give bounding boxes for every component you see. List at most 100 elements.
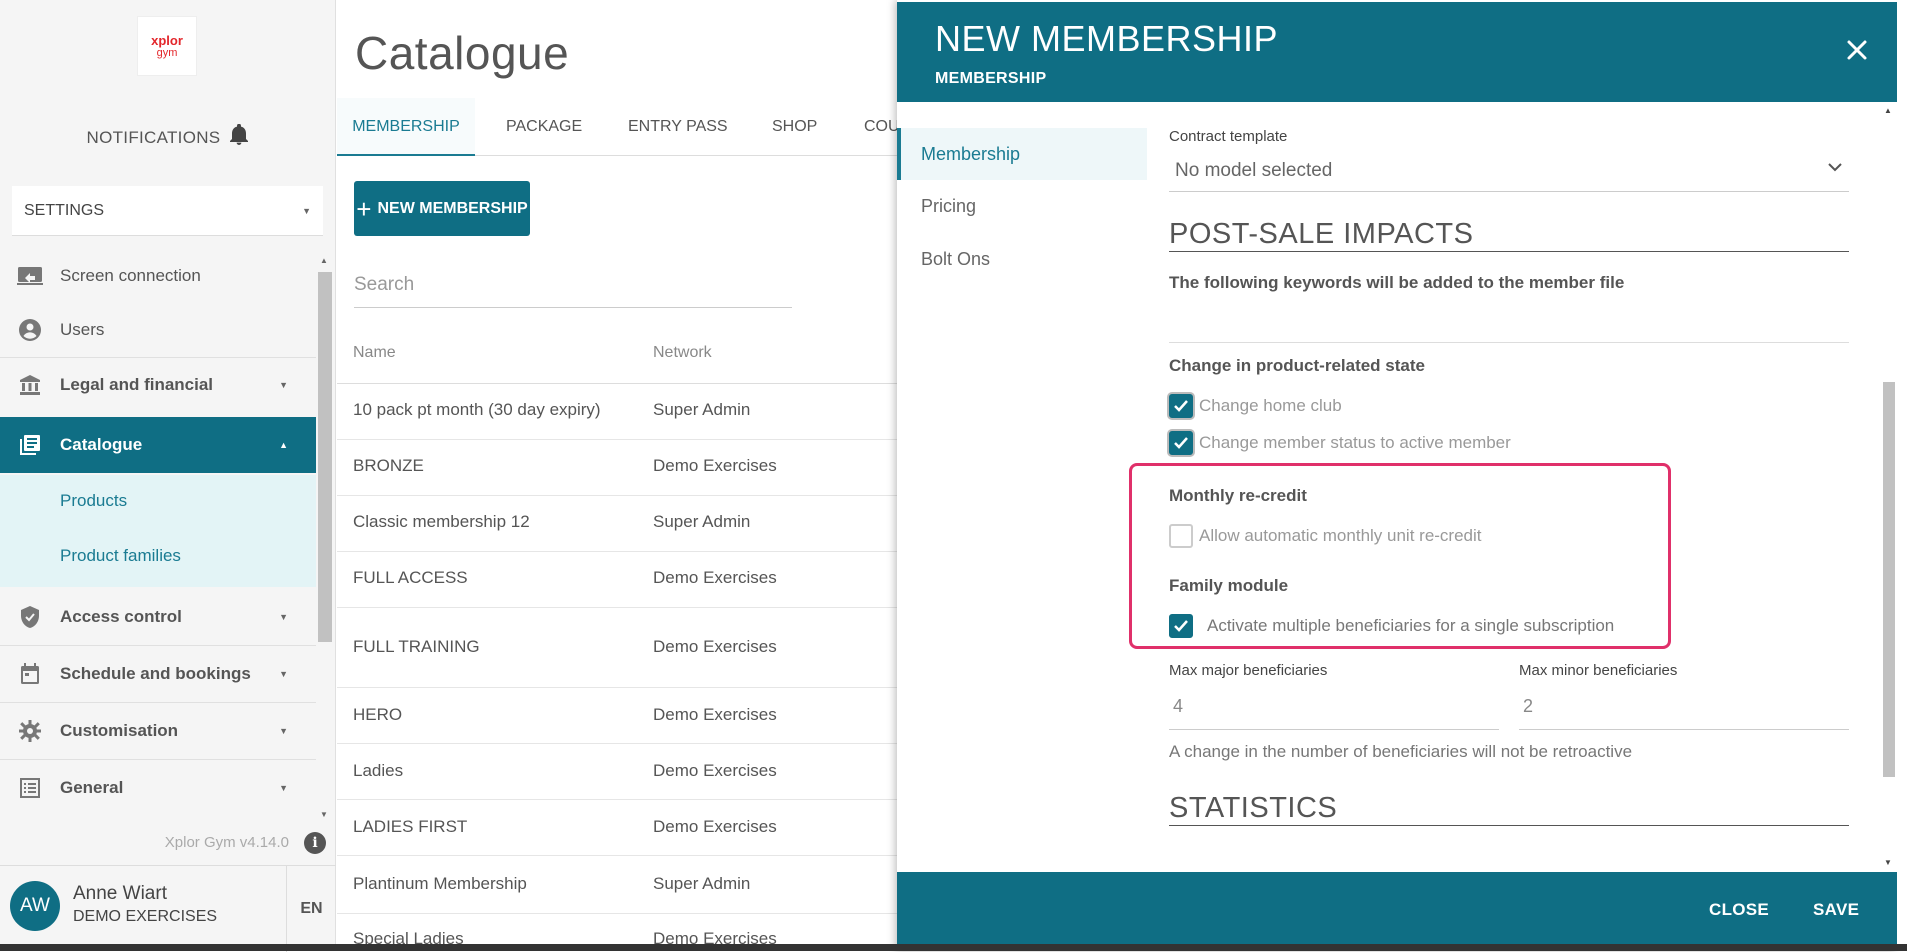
keywords-input[interactable] — [1169, 342, 1849, 343]
sidebar-item-schedule-bookings[interactable]: Schedule and bookings ▼ — [0, 646, 316, 702]
sidebar-item-customisation[interactable]: Customisation ▼ — [0, 703, 316, 759]
collapse-arrow-icon: ▲ — [279, 440, 288, 450]
nav-membership[interactable]: Membership — [897, 128, 1147, 180]
catalogue-icon — [0, 434, 60, 456]
nav-bolt-ons[interactable]: Bolt Ons — [897, 233, 1147, 285]
tab-membership[interactable]: MEMBERSHIP — [337, 98, 475, 156]
scroll-down-icon[interactable]: ▼ — [1884, 858, 1892, 867]
info-icon[interactable]: i — [304, 832, 326, 854]
tab-package[interactable]: PACKAGE — [506, 98, 582, 156]
dialog-header: NEW MEMBERSHIP MEMBERSHIP — [897, 2, 1897, 102]
row-network: Demo Exercises — [653, 637, 777, 656]
screen-share-icon — [0, 266, 60, 286]
expand-arrow-icon: ▼ — [279, 612, 288, 622]
user-name[interactable]: Anne Wiart — [73, 883, 167, 905]
row-name: Plantinum Membership — [353, 874, 527, 893]
plus-icon: + — [356, 193, 372, 224]
sidebar-item-label: Catalogue — [60, 435, 143, 454]
checkbox-label: Change member status to active member — [1199, 433, 1511, 452]
sidebar-item-access-control[interactable]: Access control ▼ — [0, 589, 316, 645]
column-header-name[interactable]: Name — [353, 344, 396, 362]
tab-courses[interactable]: COU — [864, 98, 897, 156]
sidebar-item-label: Customisation — [60, 721, 179, 740]
sidebar: xplor gym NOTIFICATIONS SETTINGS ▼ Scree… — [0, 0, 336, 952]
row-name: FULL ACCESS — [353, 568, 468, 587]
window-edge — [1897, 0, 1907, 951]
new-membership-dialog: NEW MEMBERSHIP MEMBERSHIP Membership Pri… — [897, 0, 1897, 951]
sidebar-item-legal-financial[interactable]: Legal and financial ▼ — [0, 358, 316, 412]
post-sale-impacts-heading: POST-SALE IMPACTS — [1169, 218, 1849, 252]
language-switch[interactable]: EN — [286, 866, 336, 952]
row-network: Super Admin — [653, 400, 751, 419]
max-minor-input[interactable]: 2 — [1519, 686, 1849, 730]
row-network: Super Admin — [653, 512, 751, 531]
new-membership-button[interactable]: + NEW MEMBERSHIP — [354, 181, 530, 236]
change-home-club-checkbox[interactable]: Change home club — [1169, 394, 1342, 418]
bank-icon — [0, 374, 60, 396]
scroll-up-icon[interactable]: ▲ — [1884, 106, 1892, 115]
row-network: Demo Exercises — [653, 817, 777, 836]
avatar[interactable]: AW — [10, 881, 60, 931]
max-major-input[interactable]: 4 — [1169, 686, 1499, 730]
logo-text-bottom: gym — [156, 46, 178, 59]
app-version: Xplor Gym v4.14.0 — [164, 834, 289, 851]
catalogue-tabs: MEMBERSHIP PACKAGE ENTRY PASS SHOP COU — [337, 98, 897, 156]
sidebar-item-catalogue[interactable]: Catalogue ▲ — [0, 417, 316, 473]
tab-shop[interactable]: SHOP — [772, 98, 817, 156]
table-row[interactable]: Ladies Demo Exercises — [337, 744, 897, 800]
settings-dropdown[interactable]: SETTINGS ▼ — [12, 186, 323, 236]
sidebar-subitem-products[interactable]: Products — [60, 491, 127, 511]
sidebar-item-users[interactable]: Users — [0, 304, 316, 356]
sidebar-item-general[interactable]: General ▼ — [0, 760, 316, 816]
scroll-up-icon[interactable]: ▲ — [320, 256, 328, 265]
calendar-icon — [0, 663, 60, 685]
close-button[interactable]: CLOSE — [1709, 900, 1769, 920]
beneficiaries-note: A change in the number of beneficiaries … — [1169, 742, 1633, 761]
column-header-network[interactable]: Network — [653, 344, 712, 362]
xplor-gym-logo[interactable]: xplor gym — [137, 16, 197, 76]
row-name: HERO — [353, 705, 403, 724]
sidebar-scrollbar[interactable]: ▲ ▼ — [316, 254, 334, 822]
dialog-subtitle: MEMBERSHIP — [935, 70, 1047, 87]
scrollbar-thumb[interactable] — [318, 272, 332, 642]
dialog-scrollbar[interactable]: ▲ ▼ — [1881, 102, 1897, 872]
row-name: LADIES FIRST — [353, 817, 468, 836]
scrollbar-thumb[interactable] — [1883, 382, 1895, 777]
catalogue-submenu: Products Product families — [0, 475, 316, 587]
new-membership-label: NEW MEMBERSHIP — [377, 199, 528, 217]
table-row[interactable]: 10 pack pt month (30 day expiry) Super Ad… — [337, 384, 897, 440]
table-row[interactable]: FULL TRAINING Demo Exercises — [337, 608, 897, 688]
row-name: Classic membership 12 — [353, 512, 530, 531]
table-row[interactable]: Classic membership 12 Super Admin — [337, 496, 897, 552]
user-bar: AW Anne Wiart DEMO EXERCISES EN — [0, 865, 336, 952]
notifications-link[interactable]: NOTIFICATIONS — [0, 123, 336, 148]
table-row[interactable]: HERO Demo Exercises — [337, 688, 897, 744]
sidebar-item-label: Users — [60, 320, 105, 339]
gear-icon — [0, 720, 60, 742]
nav-pricing[interactable]: Pricing — [897, 180, 1147, 232]
sidebar-item-label: General — [60, 778, 124, 797]
scroll-down-icon[interactable]: ▼ — [320, 810, 328, 819]
close-icon[interactable] — [1843, 36, 1871, 64]
sidebar-item-screen-connection[interactable]: Screen connection — [0, 250, 316, 302]
table-row[interactable]: FULL ACCESS Demo Exercises — [337, 552, 897, 608]
list-icon — [0, 778, 60, 798]
tab-entry-pass[interactable]: ENTRY PASS — [628, 98, 728, 156]
save-button[interactable]: SAVE — [1813, 900, 1859, 920]
contract-template-select[interactable]: No model selected — [1169, 150, 1849, 192]
search-input[interactable]: Search — [354, 266, 792, 308]
bell-icon — [230, 123, 249, 145]
contract-template-value: No model selected — [1175, 160, 1333, 181]
row-network: Super Admin — [653, 874, 751, 893]
row-name: 10 pack pt month (30 day expiry) — [353, 400, 601, 419]
state-change-label: Change in product-related state — [1169, 356, 1425, 375]
notifications-label: NOTIFICATIONS — [86, 128, 221, 147]
sidebar-subitem-product-families[interactable]: Product families — [60, 546, 181, 566]
table-row[interactable]: LADIES FIRST Demo Exercises — [337, 800, 897, 856]
change-member-status-checkbox[interactable]: Change member status to active member — [1169, 431, 1511, 455]
row-network: Demo Exercises — [653, 568, 777, 587]
table-row[interactable]: BRONZE Demo Exercises — [337, 440, 897, 496]
settings-dropdown-value: SETTINGS — [24, 201, 105, 219]
row-network: Demo Exercises — [653, 761, 777, 780]
table-row[interactable]: Plantinum Membership Super Admin — [337, 856, 897, 914]
